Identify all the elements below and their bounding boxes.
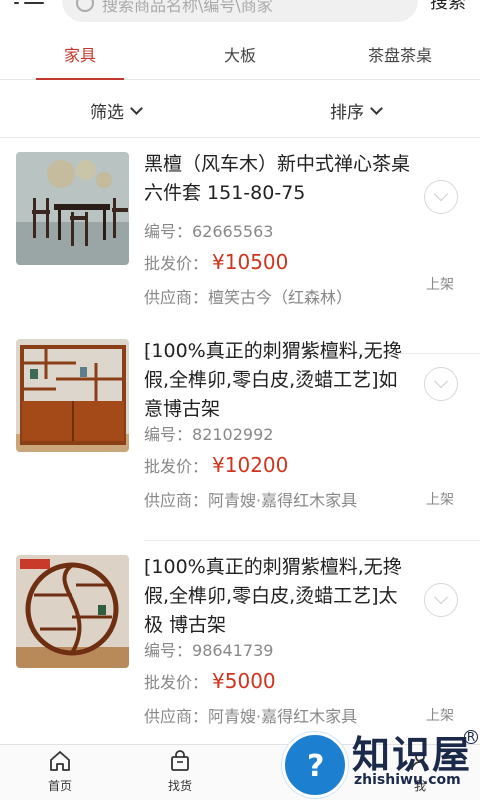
sort-label: 排序 bbox=[330, 103, 364, 123]
price-label: 批发价： bbox=[144, 254, 209, 273]
status-badge: 上架 bbox=[426, 708, 454, 724]
product-image[interactable] bbox=[16, 555, 129, 668]
product-code: 编号：62665563 bbox=[144, 218, 273, 242]
sort-dropdown[interactable]: 排序 bbox=[330, 98, 383, 123]
home-icon bbox=[50, 751, 70, 771]
nav-home[interactable]: 首页 bbox=[20, 749, 100, 794]
filter-dropdown[interactable]: 筛选 bbox=[90, 98, 143, 123]
search-button[interactable]: 搜索 bbox=[430, 0, 466, 14]
filter-label: 筛选 bbox=[90, 103, 124, 123]
expand-chevron-icon[interactable] bbox=[424, 367, 458, 401]
product-title[interactable]: [100%真正的刺猬紫檀料,无搀假,全榫卯,零白皮,烫蜡工艺]如意博古架 bbox=[144, 337, 416, 424]
shopping-bag-icon bbox=[171, 750, 189, 771]
search-input[interactable]: 搜索商品名称\编号\商家 bbox=[62, 0, 418, 22]
product-item[interactable]: 黑檀（风车木）新中式禅心茶桌 六件套 151-80-75 编号：62665563… bbox=[0, 138, 480, 354]
supplier-name: 檀笑古今（红森林） bbox=[208, 288, 353, 307]
product-title[interactable]: 黑檀（风车木）新中式禅心茶桌 六件套 151-80-75 bbox=[144, 150, 416, 208]
tab-slab[interactable]: 大板 bbox=[160, 36, 320, 79]
product-image[interactable] bbox=[16, 152, 129, 265]
product-item[interactable]: [100%真正的刺猬紫檀料,无搀假,全榫卯,零白皮,烫蜡工艺]如意博古架 编号：… bbox=[0, 325, 480, 541]
code-label: 编号： bbox=[144, 222, 193, 241]
expand-chevron-icon[interactable] bbox=[424, 583, 458, 617]
nav-find-goods-label: 找货 bbox=[167, 779, 192, 793]
product-code: 编号：82102992 bbox=[144, 421, 273, 445]
chevron-down-icon bbox=[370, 101, 383, 115]
tab-tea-table[interactable]: 茶盘茶桌 bbox=[320, 36, 480, 79]
supplier-row: 供应商：檀笑古今（红森林） bbox=[144, 284, 352, 308]
price-value: ¥10200 bbox=[212, 453, 289, 477]
tab-furniture[interactable]: 家具 bbox=[0, 36, 160, 80]
question-badge-icon: ? bbox=[282, 732, 348, 798]
code-label: 编号： bbox=[144, 425, 193, 444]
search-icon bbox=[76, 0, 94, 12]
menu-icon[interactable] bbox=[14, 0, 44, 16]
category-tabs: 家具 大板 茶盘茶桌 bbox=[0, 36, 480, 80]
price-label: 批发价： bbox=[144, 457, 209, 476]
product-image[interactable] bbox=[16, 339, 129, 452]
status-badge: 上架 bbox=[426, 492, 454, 508]
product-code: 编号：98641739 bbox=[144, 637, 273, 661]
watermark-url: zhishiwu.com bbox=[354, 772, 461, 788]
code-value: 82102992 bbox=[192, 425, 274, 444]
expand-chevron-icon[interactable] bbox=[424, 180, 458, 214]
watermark-text: 知识屋 bbox=[352, 732, 473, 777]
product-title[interactable]: [100%真正的刺猬紫檀料,无搀假,全榫卯,零白皮,烫蜡工艺]太极 博古架 bbox=[144, 553, 416, 640]
supplier-label: 供应商： bbox=[144, 707, 209, 726]
supplier-row: 供应商：阿青嫂·嘉得红木家具 bbox=[144, 487, 357, 511]
top-bar: 搜索商品名称\编号\商家 搜索 bbox=[0, 0, 480, 26]
chevron-down-icon bbox=[130, 101, 143, 115]
code-value: 62665563 bbox=[192, 222, 274, 241]
price-row: 批发价： ¥5000 bbox=[144, 669, 276, 693]
code-value: 98641739 bbox=[192, 641, 274, 660]
status-badge: 上架 bbox=[426, 277, 454, 293]
supplier-label: 供应商： bbox=[144, 491, 209, 510]
price-value: ¥5000 bbox=[212, 669, 276, 693]
supplier-label: 供应商： bbox=[144, 288, 209, 307]
price-row: 批发价： ¥10500 bbox=[144, 250, 288, 274]
registered-mark-icon: R bbox=[464, 730, 478, 744]
search-placeholder: 搜索商品名称\编号\商家 bbox=[102, 0, 273, 15]
code-label: 编号： bbox=[144, 641, 193, 660]
price-label: 批发价： bbox=[144, 673, 209, 692]
watermark-logo: ? 知识屋 R zhishiwu.com bbox=[280, 724, 480, 800]
nav-home-label: 首页 bbox=[47, 779, 72, 793]
price-value: ¥10500 bbox=[212, 250, 289, 274]
nav-find-goods[interactable]: 找货 bbox=[140, 749, 220, 794]
supplier-name: 阿青嫂·嘉得红木家具 bbox=[208, 491, 358, 510]
price-row: 批发价： ¥10200 bbox=[144, 453, 288, 477]
filter-bar: 筛选 排序 bbox=[0, 82, 480, 138]
